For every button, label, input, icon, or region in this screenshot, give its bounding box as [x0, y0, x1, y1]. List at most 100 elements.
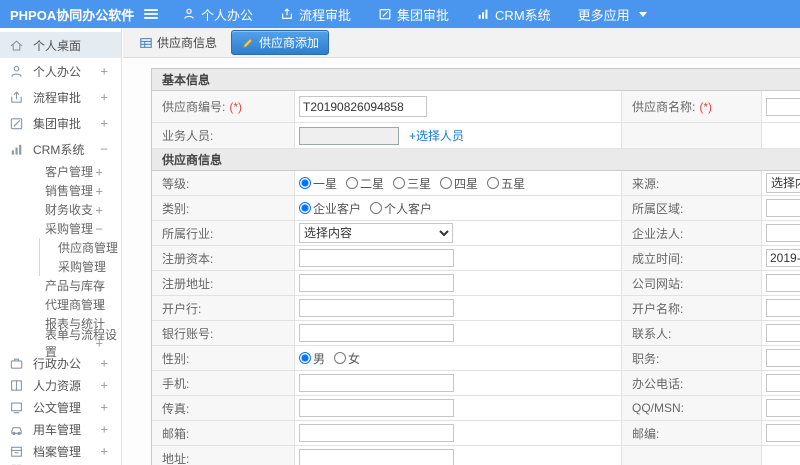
radio-option-category-1[interactable]: 个人客户: [370, 200, 432, 217]
topnav-workflow-approval[interactable]: 流程审批: [280, 5, 351, 24]
field-qq-msn-input[interactable]: [766, 399, 800, 417]
field-cell: 选择内容: [762, 171, 800, 195]
expander-icon[interactable]: +: [95, 164, 103, 179]
expander-icon[interactable]: +: [95, 278, 103, 293]
sidebar-item-用车管理[interactable]: 用车管理 +: [0, 418, 121, 440]
field-cell: [762, 196, 800, 220]
radio-option-level-4[interactable]: 五星: [487, 175, 525, 192]
radio-option-level-0[interactable]: 一星: [299, 175, 337, 192]
sidebar-item-采购管理[interactable]: 采购管理: [39, 257, 121, 276]
field-industry-select[interactable]: 选择内容: [299, 223, 453, 243]
expander-icon[interactable]: +: [95, 297, 103, 312]
field-registered-address-input[interactable]: [299, 274, 454, 292]
form-row-mobile: 手机: 办公电话:: [152, 371, 800, 396]
expander-icon[interactable]: −: [95, 221, 103, 236]
sidebar-item-销售管理[interactable]: 销售管理 +: [0, 181, 121, 200]
radio-category[interactable]: [370, 202, 383, 214]
field-region-input[interactable]: [766, 199, 800, 217]
sidebar-item-代理商管理[interactable]: 代理商管理 +: [0, 295, 121, 314]
sidebar-item-公文管理[interactable]: 公文管理 +: [0, 396, 121, 418]
field-business-staff-input[interactable]: [299, 126, 399, 145]
expander-icon[interactable]: −: [100, 142, 108, 157]
tab-supplier-info[interactable]: 供应商信息: [135, 30, 221, 55]
expander-icon[interactable]: +: [100, 64, 108, 79]
expander-icon[interactable]: +: [100, 422, 108, 437]
radio-gender[interactable]: [334, 352, 347, 364]
radio-option-gender-0[interactable]: 男: [299, 350, 325, 367]
radio-level[interactable]: [487, 177, 500, 189]
field-registered-capital-input[interactable]: [299, 249, 454, 267]
label-level: 等级:: [162, 176, 190, 191]
sidebar-item-客户管理[interactable]: 客户管理 +: [0, 162, 121, 181]
expander-icon[interactable]: +: [100, 90, 108, 105]
form-row-bank-account: 银行账号: 联系人:: [152, 321, 800, 346]
radio-option-level-3[interactable]: 四星: [440, 175, 478, 192]
radio-level[interactable]: [346, 177, 359, 189]
radio-option-level-2[interactable]: 三星: [393, 175, 431, 192]
field-cell: [762, 91, 800, 122]
field-company-website-input[interactable]: [766, 274, 800, 292]
field-legal-person-input[interactable]: [766, 224, 800, 242]
sidebar-item-行政办公[interactable]: 行政办公 +: [0, 352, 121, 374]
field-zip-code-input[interactable]: [766, 424, 800, 442]
field-bank-account-input[interactable]: [299, 324, 454, 342]
form-row-category: 类别: 企业客户 个人客户 所属区域:: [152, 196, 800, 221]
radio-gender[interactable]: [299, 352, 311, 364]
hamburger-icon[interactable]: [142, 5, 160, 23]
field-supplier-code-input[interactable]: [299, 96, 427, 117]
label-cell: 业务人员:: [152, 123, 295, 148]
field-cell: [295, 296, 622, 320]
sidebar-item-产品与库存[interactable]: 产品与库存 +: [0, 276, 121, 295]
label-cell: 成立时间:: [622, 246, 762, 270]
field-supplier-name-input[interactable]: [766, 97, 800, 116]
radio-option-gender-1[interactable]: 女: [334, 350, 360, 367]
radio-option-level-1[interactable]: 二星: [346, 175, 384, 192]
field-founding-date-input[interactable]: [766, 249, 800, 267]
field-source-select[interactable]: 选择内容: [766, 173, 800, 193]
expander-icon[interactable]: +: [100, 356, 108, 371]
expander-icon[interactable]: +: [95, 335, 103, 350]
sidebar-item-个人办公[interactable]: 个人办公 +: [0, 58, 121, 84]
radio-category[interactable]: [299, 202, 311, 214]
pick-person-link[interactable]: +选择人员: [409, 127, 464, 144]
expander-icon[interactable]: +: [95, 183, 103, 198]
field-bank-branch-input[interactable]: [299, 299, 454, 317]
sidebar-item-档案管理[interactable]: 档案管理 +: [0, 440, 121, 462]
field-email-input[interactable]: [299, 424, 454, 442]
expander-icon[interactable]: +: [100, 444, 108, 459]
label-bank-branch: 开户行:: [162, 301, 202, 316]
expander-icon[interactable]: +: [95, 202, 103, 217]
sidebar-item-供应商管理[interactable]: 供应商管理: [39, 238, 121, 257]
expander-icon[interactable]: +: [100, 378, 108, 393]
sidebar-item-CRM系统[interactable]: CRM系统 −: [0, 136, 121, 162]
sidebar-item-采购管理[interactable]: 采购管理 −: [0, 219, 121, 238]
sidebar-item-表单与流程设置[interactable]: 表单与流程设置 +: [0, 328, 121, 359]
radio-level[interactable]: [393, 177, 406, 189]
sidebar-item-流程审批[interactable]: 流程审批 +: [0, 84, 121, 110]
sidebar-item-个人桌面[interactable]: 个人桌面: [0, 32, 121, 58]
radio-level[interactable]: [299, 177, 311, 189]
sidebar-item-集团审批[interactable]: 集团审批 +: [0, 110, 121, 136]
radio-label: 五星: [501, 176, 526, 191]
label-account-name: 开户名称:: [632, 301, 684, 316]
topnav-personal-office[interactable]: 个人办公: [182, 5, 253, 24]
sidebar-item-人力资源[interactable]: 人力资源 +: [0, 374, 121, 396]
expander-icon[interactable]: +: [100, 400, 108, 415]
topnav-more-apps[interactable]: 更多应用: [578, 5, 647, 24]
field-mobile-input[interactable]: [299, 374, 454, 392]
topnav-crm-system[interactable]: CRM系统: [476, 5, 551, 24]
topnav-group-approval[interactable]: 集团审批: [378, 5, 449, 24]
person-icon: [182, 7, 196, 21]
flow-icon: [9, 90, 24, 105]
field-contact-person-input[interactable]: [766, 324, 800, 342]
sidebar-item-财务收支[interactable]: 财务收支 +: [0, 200, 121, 219]
field-position-input[interactable]: [766, 349, 800, 367]
radio-option-category-0[interactable]: 企业客户: [299, 200, 361, 217]
field-office-phone-input[interactable]: [766, 374, 800, 392]
expander-icon[interactable]: +: [100, 116, 108, 131]
field-account-name-input[interactable]: [766, 299, 800, 317]
radio-level[interactable]: [440, 177, 453, 189]
field-address-input[interactable]: [299, 449, 454, 465]
field-fax-input[interactable]: [299, 399, 454, 417]
tab-supplier-add[interactable]: 供应商添加: [231, 30, 330, 55]
